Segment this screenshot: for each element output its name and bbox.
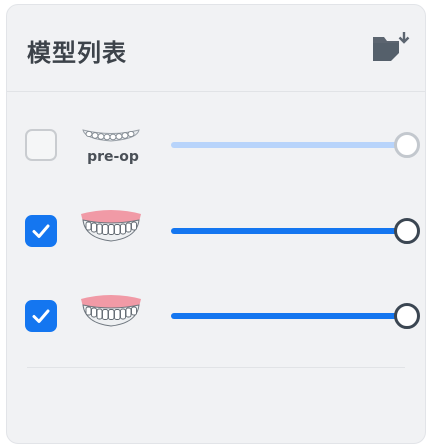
model-row-pre-op: pre-op: [7, 103, 425, 187]
slider-handle[interactable]: [394, 132, 420, 158]
opacity-slider[interactable]: [171, 217, 420, 245]
visibility-checkbox[interactable]: [25, 129, 57, 161]
panel-title: 模型列表: [27, 39, 127, 67]
folder-export-icon: [373, 32, 410, 61]
panel-header: 模型列表: [7, 5, 425, 92]
model-list-panel: 模型列表 pre-op: [6, 4, 426, 444]
model-row-3: [7, 273, 425, 357]
visibility-checkbox[interactable]: [25, 300, 57, 332]
slider-handle[interactable]: [394, 218, 420, 244]
export-button[interactable]: [371, 31, 411, 65]
opacity-slider[interactable]: [171, 302, 420, 330]
slider-handle[interactable]: [394, 303, 420, 329]
slider-fill: [171, 313, 407, 319]
opacity-slider[interactable]: [171, 131, 420, 159]
visibility-checkbox[interactable]: [25, 215, 57, 247]
model-row-2: [7, 188, 425, 272]
model-label: pre-op: [87, 149, 139, 165]
panel-divider: [27, 367, 405, 368]
checkmark-icon: [32, 309, 50, 323]
checkmark-icon: [32, 224, 50, 238]
slider-fill: [171, 142, 407, 148]
slider-fill: [171, 228, 407, 234]
teeth-with-gums-icon: [81, 295, 141, 327]
teeth-plain-icon: [82, 129, 140, 142]
teeth-with-gums-icon: [81, 210, 141, 242]
